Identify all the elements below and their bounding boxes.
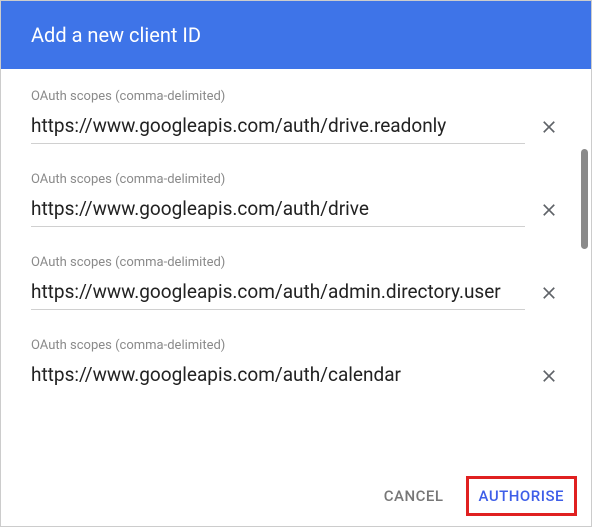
scrollbar-thumb[interactable] <box>581 149 588 249</box>
clear-button[interactable] <box>537 198 561 222</box>
scope-input[interactable] <box>31 359 525 392</box>
dialog-footer: CANCEL AUTHORISE <box>1 465 591 526</box>
content-wrapper: OAuth scopes (comma-delimited) OAuth sco… <box>1 69 591 465</box>
close-icon <box>539 366 559 386</box>
scope-field-row <box>31 110 561 144</box>
cancel-button[interactable]: CANCEL <box>370 477 458 515</box>
close-icon <box>539 283 559 303</box>
authorise-button[interactable]: AUTHORISE <box>466 476 578 516</box>
scope-field-group: OAuth scopes (comma-delimited) <box>31 255 561 310</box>
scope-input[interactable] <box>31 193 525 227</box>
scope-field-label: OAuth scopes (comma-delimited) <box>31 89 561 104</box>
dialog-title: Add a new client ID <box>31 23 201 47</box>
content-area: OAuth scopes (comma-delimited) OAuth sco… <box>1 69 591 465</box>
scope-field-label: OAuth scopes (comma-delimited) <box>31 172 561 187</box>
scope-field-group: OAuth scopes (comma-delimited) <box>31 172 561 227</box>
clear-button[interactable] <box>537 281 561 305</box>
scope-field-label: OAuth scopes (comma-delimited) <box>31 338 561 353</box>
close-icon <box>539 200 559 220</box>
dialog-header: Add a new client ID <box>1 1 591 69</box>
scope-input[interactable] <box>31 276 525 310</box>
scope-field-row <box>31 276 561 310</box>
clear-button[interactable] <box>537 115 561 139</box>
scope-field-row <box>31 193 561 227</box>
scope-field-label: OAuth scopes (comma-delimited) <box>31 255 561 270</box>
scope-input[interactable] <box>31 110 525 144</box>
close-icon <box>539 117 559 137</box>
scope-field-group: OAuth scopes (comma-delimited) <box>31 338 561 392</box>
scope-field-group: OAuth scopes (comma-delimited) <box>31 89 561 144</box>
clear-button[interactable] <box>537 364 561 388</box>
scope-field-row <box>31 359 561 392</box>
